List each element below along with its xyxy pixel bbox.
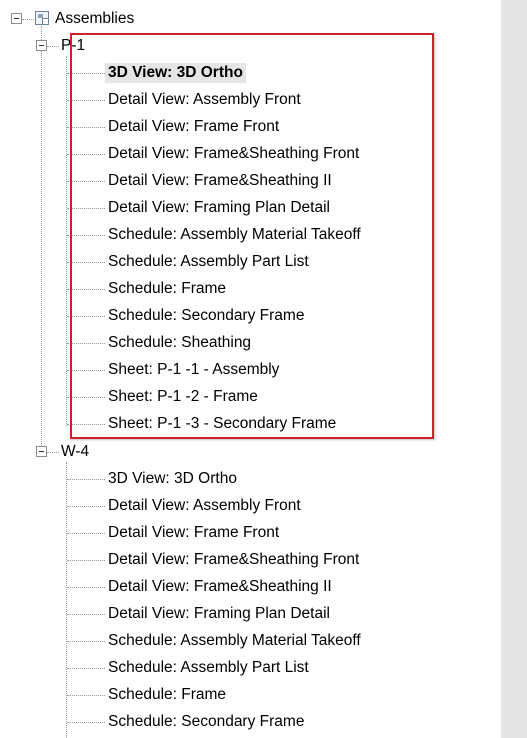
tree-item[interactable]: Detail View: Frame&Sheathing II <box>108 577 332 597</box>
group-p1-collapse-toggle[interactable] <box>36 40 47 51</box>
tree-item[interactable]: Schedule: Secondary Frame <box>108 712 304 732</box>
vertical-scrollbar[interactable] <box>501 0 527 738</box>
tree-item[interactable]: Detail View: Framing Plan Detail <box>108 604 330 624</box>
highlight-box <box>70 33 434 439</box>
root-collapse-toggle[interactable] <box>11 13 22 24</box>
group-w4-collapse-toggle[interactable] <box>36 446 47 457</box>
tree-item[interactable]: Schedule: Assembly Part List <box>108 658 309 678</box>
assembly-icon <box>35 11 49 25</box>
tree-item[interactable]: Detail View: Assembly Front <box>108 496 301 516</box>
tree-item[interactable]: Detail View: Frame Front <box>108 523 279 543</box>
tree-root-assemblies[interactable]: Assemblies <box>55 9 134 29</box>
tree-item[interactable]: Schedule: Frame <box>108 685 226 705</box>
tree-item[interactable]: Detail View: Frame&Sheathing Front <box>108 550 359 570</box>
tree-item[interactable]: 3D View: 3D Ortho <box>108 469 237 489</box>
tree-item[interactable]: Schedule: Assembly Material Takeoff <box>108 631 361 651</box>
project-browser-tree: Assemblies P-1 3D View: 3D Ortho Detail V… <box>0 0 527 738</box>
tree-group-w4[interactable]: W-4 <box>61 442 89 462</box>
